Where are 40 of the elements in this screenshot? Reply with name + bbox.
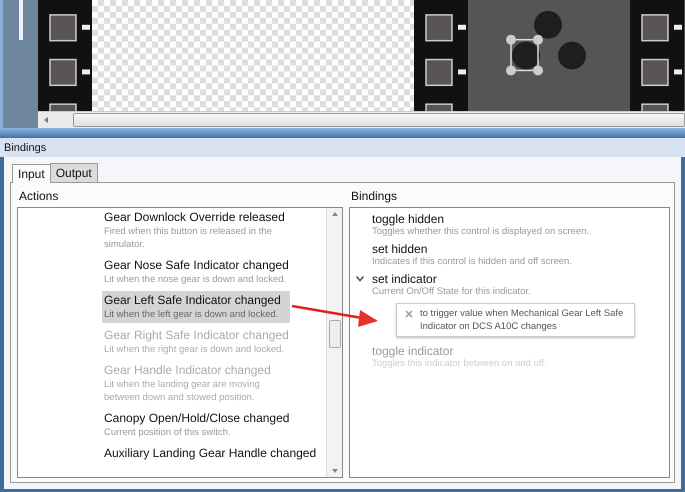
action-description: Lit when the right gear is down and locked. [104,343,286,356]
action-description: Lit when the left gear is down and locked. [104,308,280,321]
binding-description: Toggles whether this control is displayed on screen. [371,226,590,237]
panel-title: Bindings [4,142,46,154]
binding-title[interactable]: set hidden [372,242,428,256]
action-title: Gear Right Safe Indicator changed [104,328,289,343]
action-description: Fired when this button is released in the simulator. [104,225,273,251]
tab[interactable]: Output [50,163,98,182]
binding-description: Current On/Off State for this indicator. [371,286,532,297]
action-description: Current position of this switch. [104,426,232,439]
horizontal-scrollbar[interactable] [38,111,685,128]
action-title: Canopy Open/Hold/Close changed [104,411,290,426]
scroll-up-icon[interactable] [332,212,338,216]
action-title: Gear Left Safe Indicator changed [104,293,282,308]
action-item[interactable]: Canopy Open/Hold/Close changed Current position of this switch. [102,409,292,441]
action-title: Gear Downlock Override released [104,210,286,225]
action-item[interactable]: Gear Downlock Override released Fired when this button is released in the simulator. [102,208,296,253]
scroll-thumb[interactable] [73,113,685,128]
splitter-bar[interactable] [0,128,685,138]
chevron-icon[interactable] [356,276,364,282]
scroll-left-icon[interactable] [44,117,48,124]
trigger-card[interactable]: to trigger value when Mechanical Gear Left Safe Indicator on DCS A10C changes [396,303,635,337]
binding-description: Indicates if this control is hidden and off screen. [371,256,573,267]
action-description: Lit when the landing gear are moving between down and stowed position. [104,378,261,404]
binding-title[interactable]: set indicator [372,272,437,286]
action-description: Lit when the nose gear is down and locked. [104,273,288,286]
vertical-scrollbar[interactable] [326,208,342,477]
tab[interactable]: Input [12,164,51,183]
action-title: Gear Handle Indicator changed [104,363,272,378]
section-label: Bindings [350,189,398,203]
action-title: Gear Nose Safe Indicator changed [104,258,289,273]
trigger-text: to trigger value when Mechanical Gear Left Safe Indicator on DCS A10C changes [420,307,624,333]
scroll-thumb[interactable] [328,320,340,348]
section-label: Actions [18,189,60,203]
action-item[interactable]: Gear Left Safe Indicator changed Lit when the left gear is down and locked. [102,291,290,323]
scroll-down-icon[interactable] [332,469,338,473]
delete-icon[interactable] [405,310,413,318]
action-item[interactable]: Gear Nose Safe Indicator changed Lit when the nose gear is down and locked. [102,256,291,288]
slider-track[interactable] [18,0,22,40]
binding-title[interactable]: toggle hidden [372,212,444,226]
